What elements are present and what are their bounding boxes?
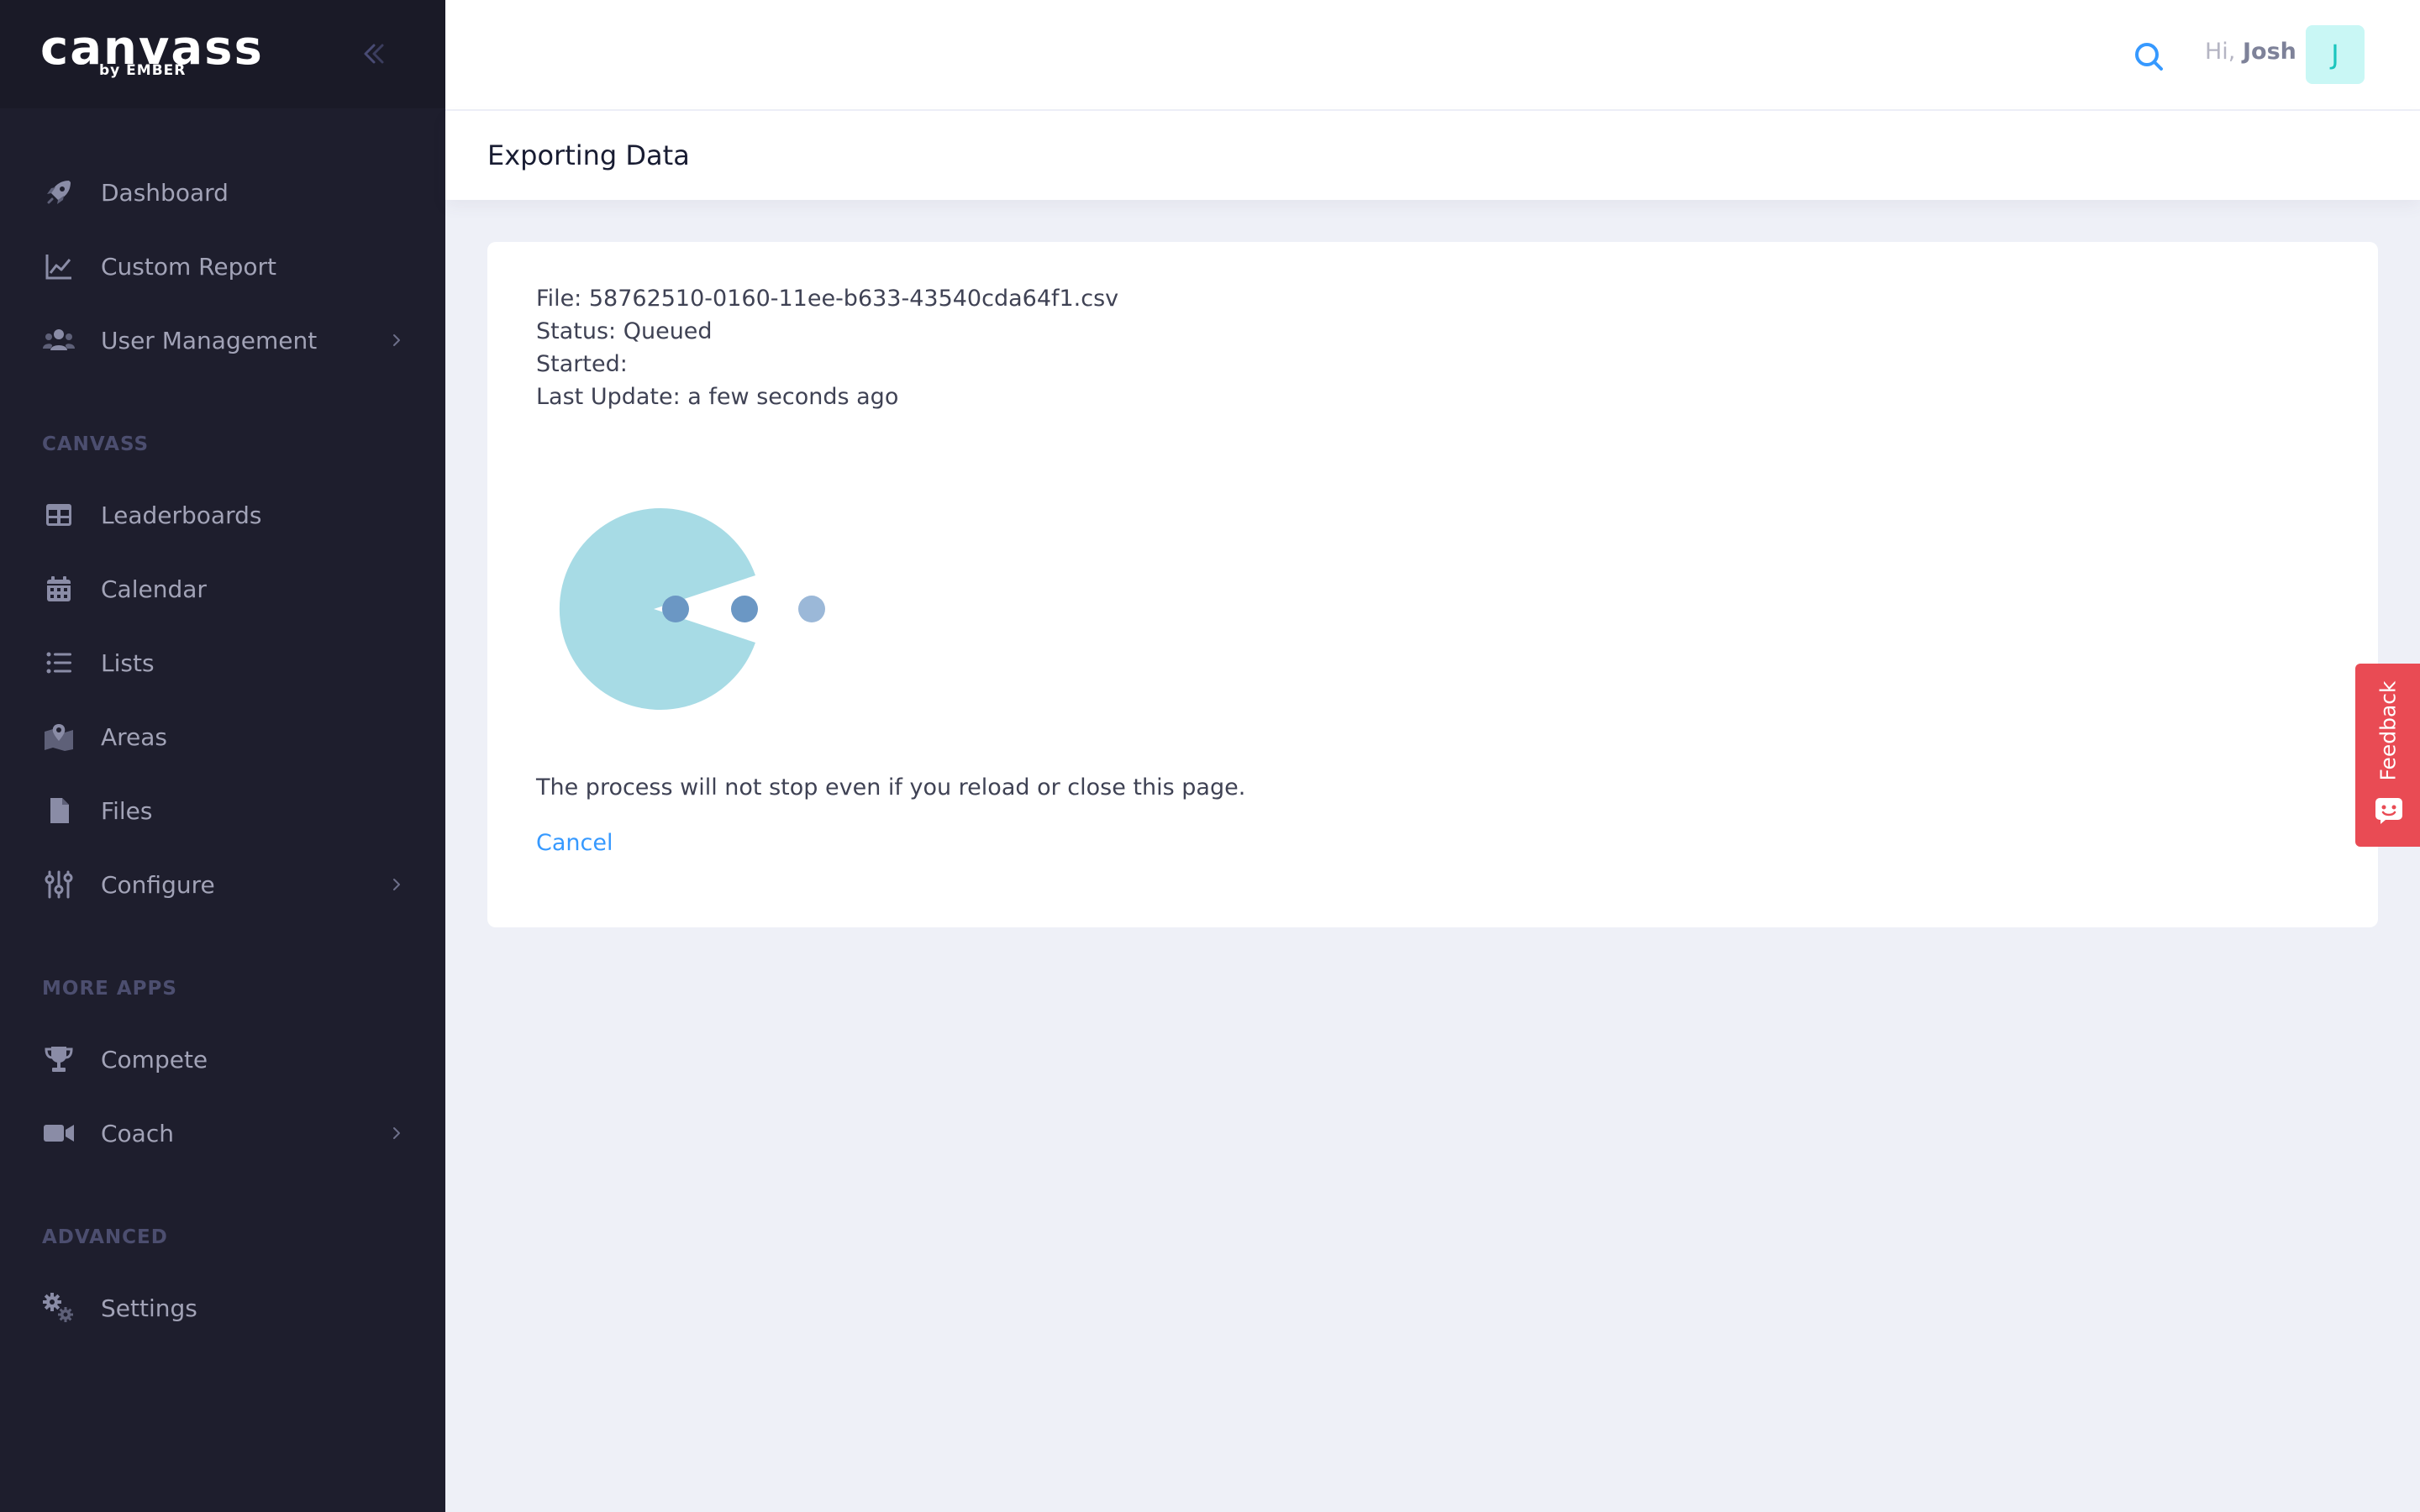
sidebar-item-label: Calendar	[101, 575, 207, 603]
chevron-right-icon	[387, 874, 407, 895]
chevron-right-icon	[387, 330, 407, 350]
sidebar: canvass by EMBER Dashboard Custom Report…	[0, 0, 445, 1512]
sidebar-item-calendar[interactable]: Calendar	[0, 552, 445, 626]
sidebar-item-compete[interactable]: Compete	[0, 1022, 445, 1096]
brand-bar: canvass by EMBER	[0, 0, 445, 108]
avatar[interactable]: J	[2306, 25, 2365, 84]
section-title-more-apps: MORE APPS	[42, 978, 177, 1000]
sidebar-item-label: Configure	[101, 870, 215, 899]
user-name: Josh	[2242, 39, 2296, 65]
cancel-link[interactable]: Cancel	[536, 830, 613, 856]
list-icon	[42, 646, 76, 680]
sidebar-item-leaderboards[interactable]: Leaderboards	[0, 478, 445, 552]
sidebar-item-label: Compete	[101, 1045, 208, 1074]
sidebar-item-label: Areas	[101, 722, 168, 751]
sidebar-item-custom-report[interactable]: Custom Report	[0, 229, 445, 303]
sidebar-item-label: Settings	[101, 1294, 197, 1322]
started-line: Started:	[536, 351, 628, 377]
subheader: Exporting Data	[445, 111, 2420, 200]
avatar-initial: J	[2331, 39, 2339, 71]
sidebar-collapse-button[interactable]	[353, 37, 392, 71]
file-icon	[42, 794, 76, 827]
sidebar-item-label: Files	[101, 796, 153, 825]
logo-subtext: by EMBER	[99, 62, 187, 79]
table-icon	[42, 498, 76, 532]
file-name-line: File: 58762510-0160-11ee-b633-43540cda64…	[536, 286, 1119, 312]
canvass-logo[interactable]: canvass by EMBER	[40, 24, 264, 80]
sidebar-item-lists[interactable]: Lists	[0, 626, 445, 700]
section-title-advanced: ADVANCED	[42, 1226, 168, 1248]
users-icon	[42, 323, 76, 357]
pacman-body	[559, 508, 755, 710]
last-update-line: Last Update: a few seconds ago	[536, 384, 899, 410]
line-chart-icon	[42, 249, 76, 283]
chat-face-icon	[2375, 798, 2402, 824]
calendar-icon	[42, 572, 76, 606]
sidebar-item-label: Custom Report	[101, 252, 276, 281]
user-greeting[interactable]: Hi, Josh	[2205, 39, 2296, 65]
sidebar-item-user-management[interactable]: User Management	[0, 303, 445, 377]
sidebar-item-coach[interactable]: Coach	[0, 1096, 445, 1170]
sliders-icon	[42, 868, 76, 901]
search-button[interactable]	[2126, 34, 2171, 79]
sidebar-item-label: Dashboard	[101, 178, 229, 207]
sidebar-item-files[interactable]: Files	[0, 774, 445, 848]
pacman-loader	[559, 508, 825, 710]
sidebar-item-configure[interactable]: Configure	[0, 848, 445, 921]
process-note: The process will not stop even if you re…	[536, 774, 1246, 801]
status-line: Status: Queued	[536, 318, 713, 344]
loader-dot	[731, 596, 758, 622]
sidebar-item-dashboard[interactable]: Dashboard	[0, 155, 445, 229]
map-pin-icon	[42, 720, 76, 753]
sidebar-item-areas[interactable]: Areas	[0, 700, 445, 774]
rocket-icon	[42, 176, 76, 209]
sidebar-item-label: Lists	[101, 648, 155, 677]
top-header	[445, 0, 2420, 111]
loader-dot	[662, 596, 689, 622]
section-title-canvass: CANVASS	[42, 433, 150, 455]
greeting-text: Hi,	[2205, 39, 2236, 65]
video-icon	[42, 1116, 76, 1150]
page-title: Exporting Data	[487, 139, 690, 171]
loader-dot	[798, 596, 825, 622]
gears-icon	[42, 1291, 76, 1325]
double-chevron-left-icon	[364, 44, 384, 64]
search-icon	[2135, 43, 2163, 71]
trophy-icon	[42, 1042, 76, 1076]
sidebar-item-label: Coach	[101, 1119, 174, 1147]
sidebar-item-settings[interactable]: Settings	[0, 1271, 445, 1345]
chevron-right-icon	[387, 1123, 407, 1143]
sidebar-item-label: Leaderboards	[101, 501, 262, 529]
sidebar-item-label: User Management	[101, 326, 318, 354]
feedback-tab[interactable]: Feedback	[2355, 664, 2420, 847]
export-status-card: File: 58762510-0160-11ee-b633-43540cda64…	[487, 242, 2378, 927]
feedback-label: Feedback	[2375, 680, 2400, 781]
